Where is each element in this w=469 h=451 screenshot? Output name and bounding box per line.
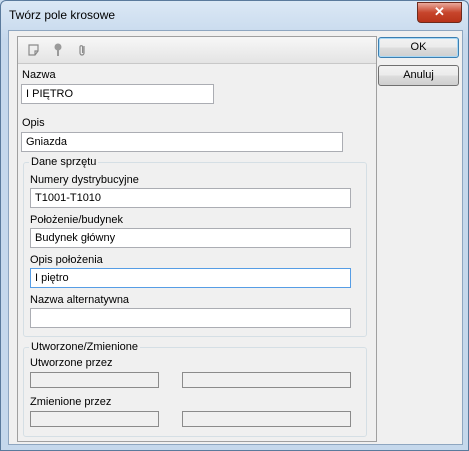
dialog-window: Twórz pole krosowe ✕ Nazwa I PIĘTRO Opis… xyxy=(0,0,469,451)
created-date-field xyxy=(182,372,351,388)
location-description-label: Opis położenia xyxy=(30,254,103,266)
created-by-field xyxy=(30,372,159,388)
ok-button[interactable]: OK xyxy=(378,37,459,58)
cancel-button[interactable]: Anuluj xyxy=(378,65,459,86)
cancel-button-label: Anuluj xyxy=(403,69,434,81)
description-label: Opis xyxy=(22,117,45,129)
title-bar[interactable]: Twórz pole krosowe ✕ xyxy=(1,1,468,31)
dialog-client: Nazwa I PIĘTRO Opis Gniazda Dane sprzętu… xyxy=(8,30,463,445)
location-building-label: Położenie/budynek xyxy=(30,214,123,226)
alternative-name-label: Nazwa alternatywna xyxy=(30,294,130,306)
distribution-numbers-label: Numery dystrybucyjne xyxy=(30,174,139,186)
close-button[interactable]: ✕ xyxy=(417,2,462,23)
name-label: Nazwa xyxy=(22,69,56,81)
window-title: Twórz pole krosowe xyxy=(9,8,116,22)
close-icon: ✕ xyxy=(434,4,445,19)
modified-date-field xyxy=(182,411,351,427)
name-field[interactable]: I PIĘTRO xyxy=(21,84,214,104)
alternative-name-field[interactable] xyxy=(30,308,351,328)
pushpin-icon[interactable] xyxy=(50,42,66,58)
modified-by-label: Zmienione przez xyxy=(30,396,112,408)
location-description-field[interactable]: I piętro xyxy=(30,268,351,288)
equipment-group-title: Dane sprzętu xyxy=(29,156,99,168)
paperclip-icon[interactable] xyxy=(74,42,90,58)
note-icon[interactable] xyxy=(26,42,42,58)
location-building-field[interactable]: Budynek główny xyxy=(30,228,351,248)
modified-by-field xyxy=(30,411,159,427)
description-field[interactable]: Gniazda xyxy=(21,132,343,152)
audit-group-title: Utworzone/Zmienione xyxy=(29,341,140,353)
toolbar xyxy=(18,37,376,64)
ok-button-label: OK xyxy=(410,41,427,53)
distribution-numbers-field[interactable]: T1001-T1010 xyxy=(30,188,351,208)
created-by-label: Utworzone przez xyxy=(30,357,113,369)
form-panel: Nazwa I PIĘTRO Opis Gniazda Dane sprzętu… xyxy=(17,36,377,442)
